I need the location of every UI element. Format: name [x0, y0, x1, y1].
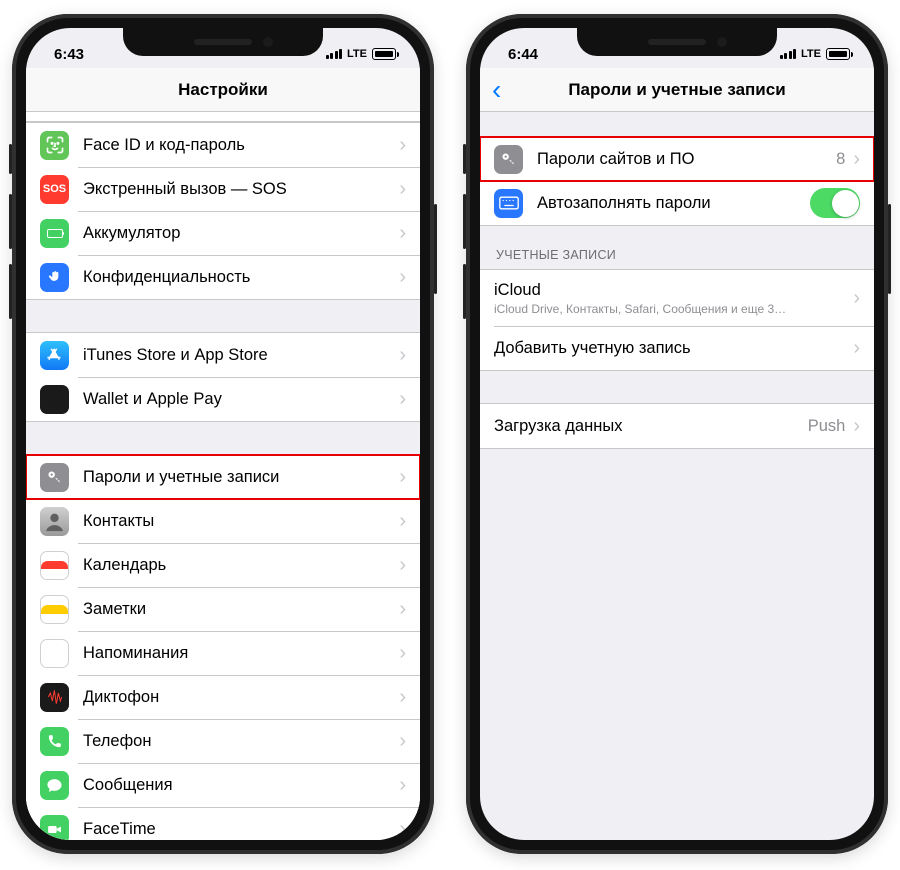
row-label: Диктофон	[83, 688, 397, 707]
messages-icon	[40, 771, 69, 800]
status-time: 6:44	[508, 46, 538, 63]
status-time: 6:43	[54, 46, 84, 63]
row-label: Загрузка данных	[494, 417, 808, 436]
phone-left: 6:43 LTE Настройки	[12, 14, 434, 854]
row-wallet[interactable]: Wallet и Apple Pay ›	[26, 377, 420, 421]
network-label: LTE	[347, 48, 367, 60]
row-label: Напоминания	[83, 644, 397, 663]
row-detail: Push	[808, 417, 846, 436]
accounts-header: УЧЕТНЫЕ ЗАПИСИ	[480, 226, 874, 269]
chevron-right-icon: ›	[399, 686, 406, 709]
row-phone[interactable]: Телефон ›	[26, 719, 420, 763]
chevron-right-icon: ›	[399, 134, 406, 157]
chevron-right-icon: ›	[399, 818, 406, 841]
row-label: iCloud	[494, 281, 851, 300]
facetime-icon	[40, 815, 69, 841]
row-label: Заметки	[83, 600, 397, 619]
navbar: Настройки	[26, 68, 420, 112]
row-privacy[interactable]: Конфиденциальность ›	[26, 255, 420, 299]
sos-icon: SOS	[40, 175, 69, 204]
row-icloud[interactable]: iCloud iCloud Drive, Контакты, Safari, С…	[480, 270, 874, 326]
notch	[577, 28, 777, 56]
contacts-icon	[40, 507, 69, 536]
row-label: Wallet и Apple Pay	[83, 390, 397, 409]
row-battery[interactable]: Аккумулятор ›	[26, 211, 420, 255]
row-calendar[interactable]: Календарь ›	[26, 543, 420, 587]
row-label: Пароли и учетные записи	[83, 468, 397, 487]
battery-icon	[372, 48, 396, 60]
row-detail: 8	[836, 150, 845, 169]
notes-icon	[40, 595, 69, 624]
row-label: iTunes Store и App Store	[83, 346, 397, 365]
chevron-right-icon: ›	[399, 730, 406, 753]
autofill-toggle[interactable]	[810, 188, 860, 218]
faceid-icon	[40, 131, 69, 160]
row-contacts[interactable]: Контакты ›	[26, 499, 420, 543]
chevron-right-icon: ›	[399, 466, 406, 489]
row-add-account[interactable]: Добавить учетную запись ›	[480, 326, 874, 370]
chevron-right-icon: ›	[399, 554, 406, 577]
key-icon	[40, 463, 69, 492]
row-label: Face ID и код-пароль	[83, 136, 397, 155]
chevron-right-icon: ›	[853, 287, 860, 310]
signal-icon	[780, 49, 797, 59]
chevron-right-icon: ›	[399, 178, 406, 201]
row-label: Экстренный вызов — SOS	[83, 180, 397, 199]
privacy-icon	[40, 263, 69, 292]
row-label: Календарь	[83, 556, 397, 575]
row-label: Сообщения	[83, 776, 397, 795]
chevron-right-icon: ›	[399, 598, 406, 621]
network-label: LTE	[801, 48, 821, 60]
row-itunes[interactable]: iTunes Store и App Store ›	[26, 333, 420, 377]
chevron-right-icon: ›	[399, 774, 406, 797]
row-label: Пароли сайтов и ПО	[537, 150, 836, 169]
row-label: Аккумулятор	[83, 224, 397, 243]
battery-icon	[826, 48, 850, 60]
chevron-right-icon: ›	[399, 642, 406, 665]
row-autofill[interactable]: Автозаполнять пароли	[480, 181, 874, 225]
chevron-right-icon: ›	[399, 222, 406, 245]
row-label: Конфиденциальность	[83, 268, 397, 287]
reminders-icon	[40, 639, 69, 668]
row-label: FaceTime	[83, 820, 397, 839]
row-label: Контакты	[83, 512, 397, 531]
key-icon	[494, 145, 523, 174]
row-voicememo[interactable]: Диктофон ›	[26, 675, 420, 719]
row-sublabel: iCloud Drive, Контакты, Safari, Сообщени…	[494, 302, 851, 316]
chevron-right-icon: ›	[853, 148, 860, 171]
row-label: Добавить учетную запись	[494, 339, 851, 358]
navbar-title: Настройки	[178, 80, 268, 100]
row-passwords[interactable]: Пароли и учетные записи ›	[26, 455, 420, 499]
calendar-icon	[40, 551, 69, 580]
row-label: Автозаполнять пароли	[537, 194, 810, 213]
signal-icon	[326, 49, 343, 59]
voicememo-icon	[40, 683, 69, 712]
row-notes[interactable]: Заметки ›	[26, 587, 420, 631]
phone-icon	[40, 727, 69, 756]
chevron-right-icon: ›	[399, 510, 406, 533]
row-faceid[interactable]: Face ID и код-пароль ›	[26, 123, 420, 167]
phone-right: 6:44 LTE ‹ Пароли и учетные записи Парол…	[466, 14, 888, 854]
row-sos[interactable]: SOS Экстренный вызов — SOS ›	[26, 167, 420, 211]
row-fetch[interactable]: Загрузка данных Push ›	[480, 404, 874, 448]
battery-settings-icon	[40, 219, 69, 248]
notch	[123, 28, 323, 56]
row-facetime[interactable]: FaceTime ›	[26, 807, 420, 840]
chevron-right-icon: ›	[399, 388, 406, 411]
row-messages[interactable]: Сообщения ›	[26, 763, 420, 807]
wallet-icon	[40, 385, 69, 414]
row-reminders[interactable]: Напоминания ›	[26, 631, 420, 675]
chevron-right-icon: ›	[853, 337, 860, 360]
appstore-icon	[40, 341, 69, 370]
navbar-title: Пароли и учетные записи	[568, 80, 785, 100]
navbar: ‹ Пароли и учетные записи	[480, 68, 874, 112]
keyboard-icon	[494, 189, 523, 218]
chevron-right-icon: ›	[399, 344, 406, 367]
chevron-right-icon: ›	[853, 415, 860, 438]
row-site-passwords[interactable]: Пароли сайтов и ПО 8 ›	[480, 137, 874, 181]
row-label: Телефон	[83, 732, 397, 751]
back-button[interactable]: ‹	[486, 68, 507, 111]
chevron-right-icon: ›	[399, 266, 406, 289]
